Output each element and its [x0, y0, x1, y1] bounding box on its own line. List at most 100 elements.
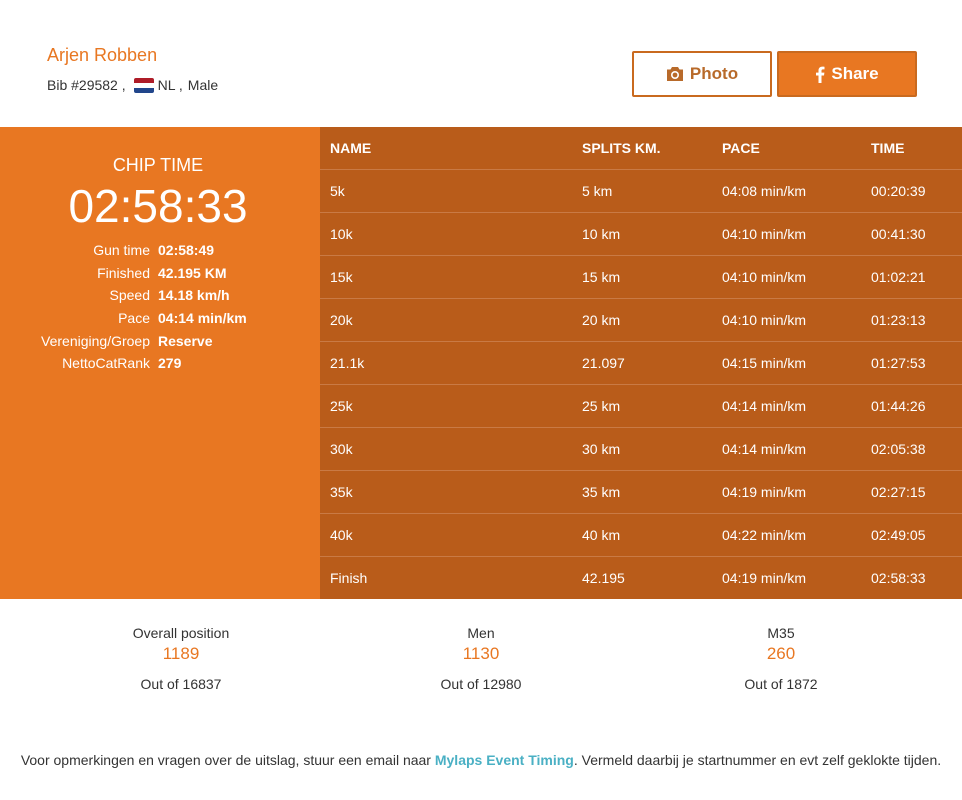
position-value: 1189 [162, 644, 200, 663]
position-category: M35 260 Out of 1872 [661, 625, 901, 692]
photo-button-label: Photo [689, 64, 739, 83]
split-pace: 04:10 min/km [722, 312, 807, 328]
position-total: Out of 1872 [744, 676, 818, 692]
column-header-splits: SPLITS KM. [582, 140, 661, 156]
athlete-meta: Bib #29582 , NL , Male [47, 77, 218, 93]
split-pace: 04:15 min/km [722, 355, 807, 371]
split-pace: 04:10 min/km [722, 226, 807, 242]
stat-row-club: Vereniging/Groep Reserve [0, 329, 320, 352]
split-distance: 35 km [582, 484, 621, 500]
splits-body: 5k 5 km 04:08 min/km 00:20:39 10k 10 km 04:10 … [320, 169, 962, 599]
split-row: 35k 35 km 04:19 min/km 02:27:15 [320, 470, 962, 513]
split-distance: 10 km [582, 226, 621, 242]
split-distance: 42.195 [582, 570, 625, 586]
split-time: 02:49:05 [871, 527, 926, 543]
split-time: 02:58:33 [871, 570, 926, 586]
netherlands-flag-icon [133, 77, 154, 93]
result-header: Arjen Robben Bib #29582 , NL , Male Phot… [0, 0, 962, 127]
split-row: 21.1k 21.097 04:15 min/km 01:27:53 [320, 341, 962, 384]
split-distance: 40 km [582, 527, 621, 543]
stat-key: Pace [118, 310, 150, 327]
split-time: 02:05:38 [871, 441, 926, 457]
split-name: 30k [330, 441, 353, 457]
split-time: 00:20:39 [871, 183, 926, 199]
camera-icon [666, 66, 684, 82]
stat-row-gun-time: Gun time 02:58:49 [0, 239, 320, 262]
position-total: Out of 16837 [140, 676, 222, 692]
split-pace: 04:19 min/km [722, 570, 807, 586]
position-gender: Men 1130 Out of 12980 [361, 625, 601, 692]
chip-time-value: 02:58:33 [68, 180, 248, 232]
share-button[interactable]: Share [777, 51, 917, 97]
split-row: 20k 20 km 04:10 min/km 01:23:13 [320, 298, 962, 341]
split-row: 15k 15 km 04:10 min/km 01:02:21 [320, 255, 962, 298]
split-pace: 04:19 min/km [722, 484, 807, 500]
position-label: Overall position [132, 625, 230, 641]
split-distance: 25 km [582, 398, 621, 414]
stats-list: Gun time 02:58:49 Finished 42.195 KM Spe… [0, 239, 320, 375]
position-value: 260 [766, 644, 796, 663]
stat-value: Reserve [158, 332, 213, 349]
split-pace: 04:14 min/km [722, 441, 807, 457]
chip-time-panel: CHIP TIME 02:58:33 Gun time 02:58:49 Fin… [0, 127, 320, 599]
mylaps-link[interactable]: Mylaps Event Timing [435, 752, 574, 768]
stat-value: 42.195 KM [158, 264, 227, 281]
photo-button[interactable]: Photo [632, 51, 772, 97]
stat-key: NettoCatRank [62, 355, 150, 372]
split-pace: 04:14 min/km [722, 398, 807, 414]
split-row: 5k 5 km 04:08 min/km 00:20:39 [320, 169, 962, 212]
chip-time-label: CHIP TIME [112, 155, 204, 175]
bib-number: Bib #29582 , [47, 77, 126, 93]
position-label: M35 [767, 625, 795, 641]
footer-note: Voor opmerkingen en vragen over de uitsl… [20, 749, 942, 771]
stat-row-pace: Pace 04:14 min/km [0, 307, 320, 330]
footer-text-before: Voor opmerkingen en vragen over de uitsl… [20, 752, 435, 768]
split-name: 5k [330, 183, 345, 199]
splits-table: NAME SPLITS KM. PACE TIME 5k 5 km 04:08 mi… [320, 127, 962, 599]
column-header-time: TIME [871, 140, 905, 156]
split-distance: 30 km [582, 441, 621, 457]
split-time: 01:02:21 [871, 269, 926, 285]
share-button-label: Share [831, 64, 879, 83]
stat-key: Speed [109, 287, 150, 304]
stat-value: 02:58:49 [158, 242, 215, 259]
split-name: 40k [330, 527, 353, 543]
position-overall: Overall position 1189 Out of 16837 [61, 625, 301, 692]
athlete-name: Arjen Robben [47, 45, 158, 65]
splits-header-row: NAME SPLITS KM. PACE TIME [320, 127, 962, 169]
split-name: 21.1k [330, 355, 365, 371]
split-time: 01:44:26 [871, 398, 926, 414]
stat-row-cat-rank: NettoCatRank 279 [0, 352, 320, 375]
split-pace: 04:08 min/km [722, 183, 807, 199]
stat-key: Gun time [93, 242, 150, 259]
split-time: 01:23:13 [871, 312, 926, 328]
facebook-icon [815, 66, 825, 83]
split-row: 30k 30 km 04:14 min/km 02:05:38 [320, 427, 962, 470]
split-distance: 15 km [582, 269, 621, 285]
split-distance: 5 km [582, 183, 613, 199]
stat-value: 279 [158, 355, 182, 372]
split-name: 35k [330, 484, 353, 500]
split-time: 00:41:30 [871, 226, 926, 242]
split-pace: 04:10 min/km [722, 269, 807, 285]
stat-key: Finished [97, 264, 150, 281]
position-label: Men [467, 625, 495, 641]
position-total: Out of 12980 [440, 676, 522, 692]
stat-row-finished: Finished 42.195 KM [0, 262, 320, 285]
gender: Male [187, 77, 219, 93]
split-distance: 21.097 [582, 355, 625, 371]
split-distance: 20 km [582, 312, 621, 328]
column-header-pace: PACE [722, 140, 760, 156]
split-time: 02:27:15 [871, 484, 926, 500]
split-name: 25k [330, 398, 353, 414]
split-name: 15k [330, 269, 353, 285]
positions-summary: Overall position 1189 Out of 16837 Men 1… [0, 599, 962, 729]
stat-value: 14.18 km/h [158, 287, 230, 304]
split-row: 40k 40 km 04:22 min/km 02:49:05 [320, 513, 962, 556]
split-pace: 04:22 min/km [722, 527, 807, 543]
split-row: 25k 25 km 04:14 min/km 01:44:26 [320, 384, 962, 427]
stat-row-speed: Speed 14.18 km/h [0, 284, 320, 307]
position-value: 1130 [462, 644, 500, 663]
split-row: Finish 42.195 04:19 min/km 02:58:33 [320, 556, 962, 599]
stat-value: 04:14 min/km [158, 310, 247, 327]
